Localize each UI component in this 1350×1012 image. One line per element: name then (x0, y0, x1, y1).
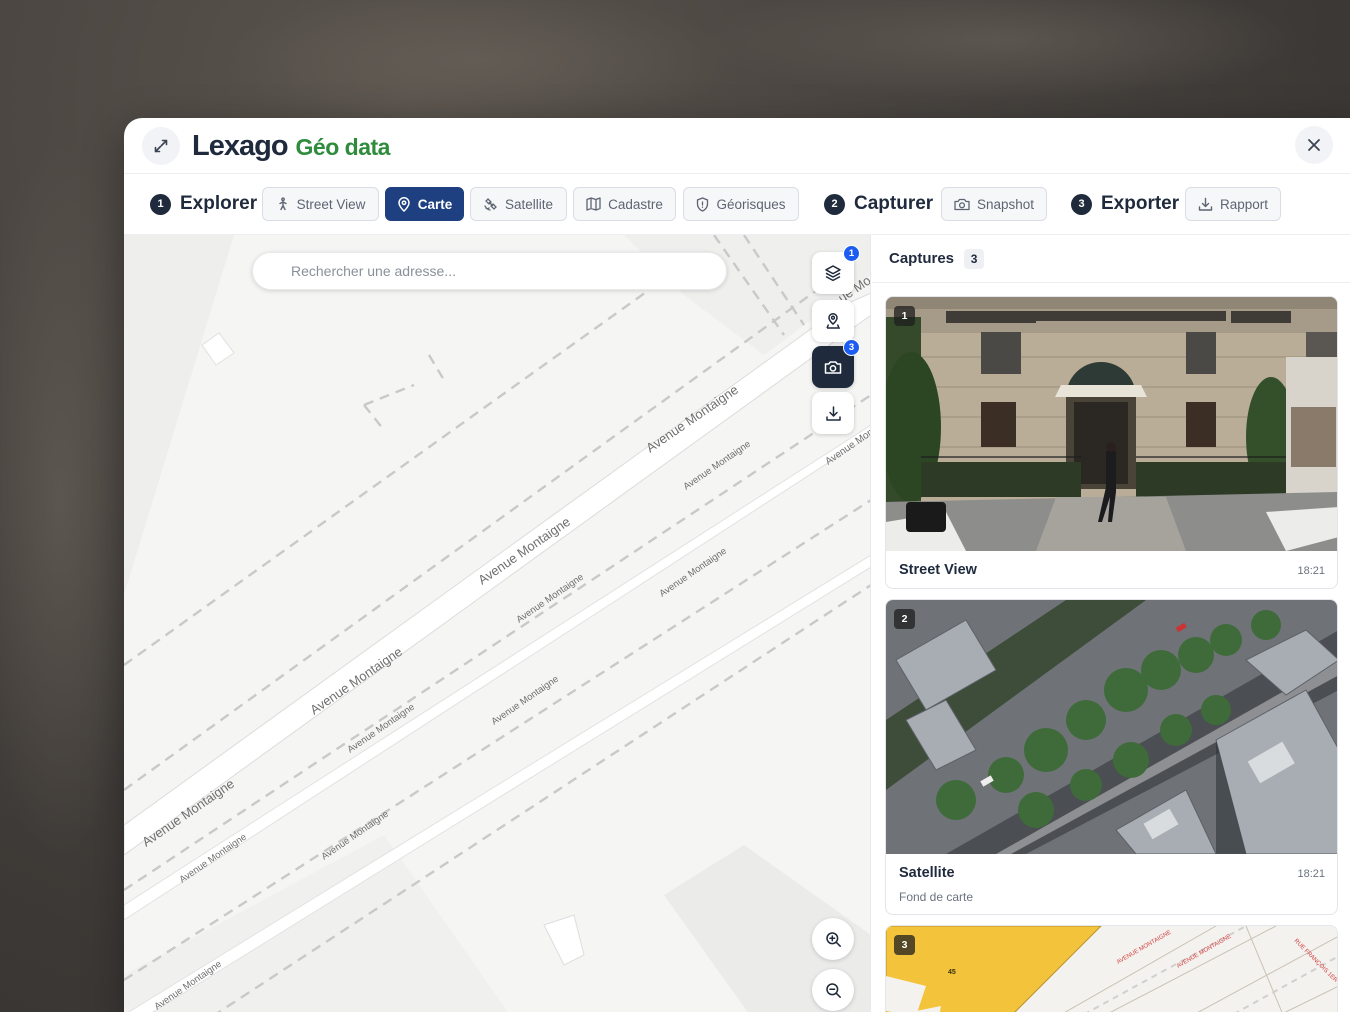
brand-name: Lexago (192, 130, 289, 162)
capture-time: 18:21 (1297, 565, 1325, 577)
expand-icon (154, 139, 168, 153)
shield-alert-icon (697, 196, 709, 212)
satellite-icon (484, 198, 497, 211)
layers-button[interactable]: 1 (812, 245, 860, 294)
capture-button[interactable]: 3 (812, 339, 860, 388)
step-label: Explorer (180, 193, 258, 214)
expand-button[interactable] (142, 127, 180, 165)
layers-icon (825, 265, 841, 282)
map-canvas: Avenue Montaigne Avenue Montaigne Avenue… (124, 235, 870, 1012)
capture-card-satellite[interactable]: 2 Satellite 18:21 Fond de carte (885, 599, 1338, 915)
map-pin-icon (397, 196, 410, 212)
download-icon (1198, 197, 1213, 211)
close-button[interactable] (1295, 126, 1333, 164)
capture-title: Satellite (899, 865, 955, 881)
capture-number: 2 (894, 609, 915, 629)
cadastre-label: Cadastre (608, 196, 663, 212)
capture-number: 3 (894, 935, 915, 955)
step-exporter: 3 Exporter (1071, 193, 1179, 215)
step-label: Exporter (1101, 193, 1180, 214)
person-walking-icon (278, 197, 287, 211)
satellite-label: Satellite (504, 196, 554, 212)
capture-number: 1 (894, 306, 915, 326)
street-view-thumbnail: 1 (886, 297, 1337, 551)
camera-icon (824, 360, 842, 374)
zoom-in-button[interactable] (812, 918, 854, 960)
product-name: Géo data (295, 134, 391, 160)
snapshot-label: Snapshot (976, 196, 1035, 212)
snapshot-button[interactable]: Snapshot (941, 187, 1047, 221)
camera-icon (954, 198, 970, 210)
georisques-label: Géorisques (716, 196, 786, 212)
app-logo: Lexago Géo data (192, 130, 390, 163)
close-icon (1308, 139, 1320, 151)
georisques-button[interactable]: Géorisques (683, 187, 799, 221)
cadastre-image: 45 AVENUE MONTAIGNE AVENUE MONTAIGNE RUE… (886, 926, 1337, 1012)
cadastre-thumbnail: 45 AVENUE MONTAIGNE AVENUE MONTAIGNE RUE… (886, 926, 1337, 1012)
folded-map-icon (586, 197, 601, 211)
workflow-toolbar: 1 Explorer Street View Carte Satellite C… (124, 174, 1350, 235)
parcel-number: 45 (948, 969, 956, 976)
step-number: 2 (824, 193, 845, 215)
user-pin-icon (826, 312, 841, 329)
road-label: Avenue Montaigne (489, 674, 560, 728)
carte-label: Carte (417, 196, 453, 212)
satellite-button[interactable]: Satellite (470, 187, 567, 221)
layers-badge: 1 (843, 245, 860, 262)
capture-card-cadastre[interactable]: 45 AVENUE MONTAIGNE AVENUE MONTAIGNE RUE… (885, 925, 1338, 1012)
step-number: 1 (150, 193, 171, 215)
road-label: Avenue Montaigne (657, 546, 728, 600)
carte-button[interactable]: Carte (385, 187, 464, 221)
capture-title: Street View (899, 562, 977, 578)
street-view-image (886, 297, 1337, 551)
download-icon (825, 405, 841, 421)
location-button[interactable] (812, 300, 854, 342)
step-number: 3 (1071, 193, 1092, 215)
zoom-out-button[interactable] (812, 969, 854, 1011)
modal-header: Lexago Géo data (124, 118, 1350, 174)
cadastre-button[interactable]: Cadastre (573, 187, 676, 221)
satellite-image (886, 600, 1337, 854)
captures-count: 3 (964, 248, 985, 269)
step-capturer: 2 Capturer (824, 193, 933, 215)
captures-badge: 3 (843, 339, 860, 356)
captures-header: Captures 3 (872, 235, 1350, 283)
rapport-label: Rapport (1219, 196, 1269, 212)
capture-time: 18:21 (1297, 868, 1325, 880)
capture-card-street-view[interactable]: 1 Street View 18:21 (885, 296, 1338, 589)
capture-subtitle: Fond de carte (899, 890, 974, 904)
zoom-in-icon (825, 931, 841, 947)
rapport-button[interactable]: Rapport (1185, 187, 1281, 221)
zoom-out-icon (825, 982, 841, 998)
captures-panel: Captures 3 1 Street View 18:21 2 Satelli… (872, 235, 1350, 1012)
road-label: Avenue Montaigne (177, 832, 248, 886)
map-view[interactable]: Avenue Montaigne Avenue Montaigne Avenue… (124, 235, 871, 1012)
geo-data-modal: Lexago Géo data 1 Explorer Street View C… (124, 118, 1350, 1012)
address-search-input[interactable]: Rechercher une adresse... (252, 252, 727, 290)
satellite-thumbnail: 2 (886, 600, 1337, 854)
export-button[interactable] (812, 392, 854, 434)
street-view-button[interactable]: Street View (262, 187, 379, 221)
captures-title: Captures (889, 250, 955, 267)
street-view-label: Street View (296, 196, 366, 212)
step-label: Capturer (854, 193, 934, 214)
step-explorer: 1 Explorer (150, 193, 257, 215)
road-label: Avenue Montaigne (681, 439, 752, 493)
road-label: Avenue Montaigne (307, 644, 405, 718)
